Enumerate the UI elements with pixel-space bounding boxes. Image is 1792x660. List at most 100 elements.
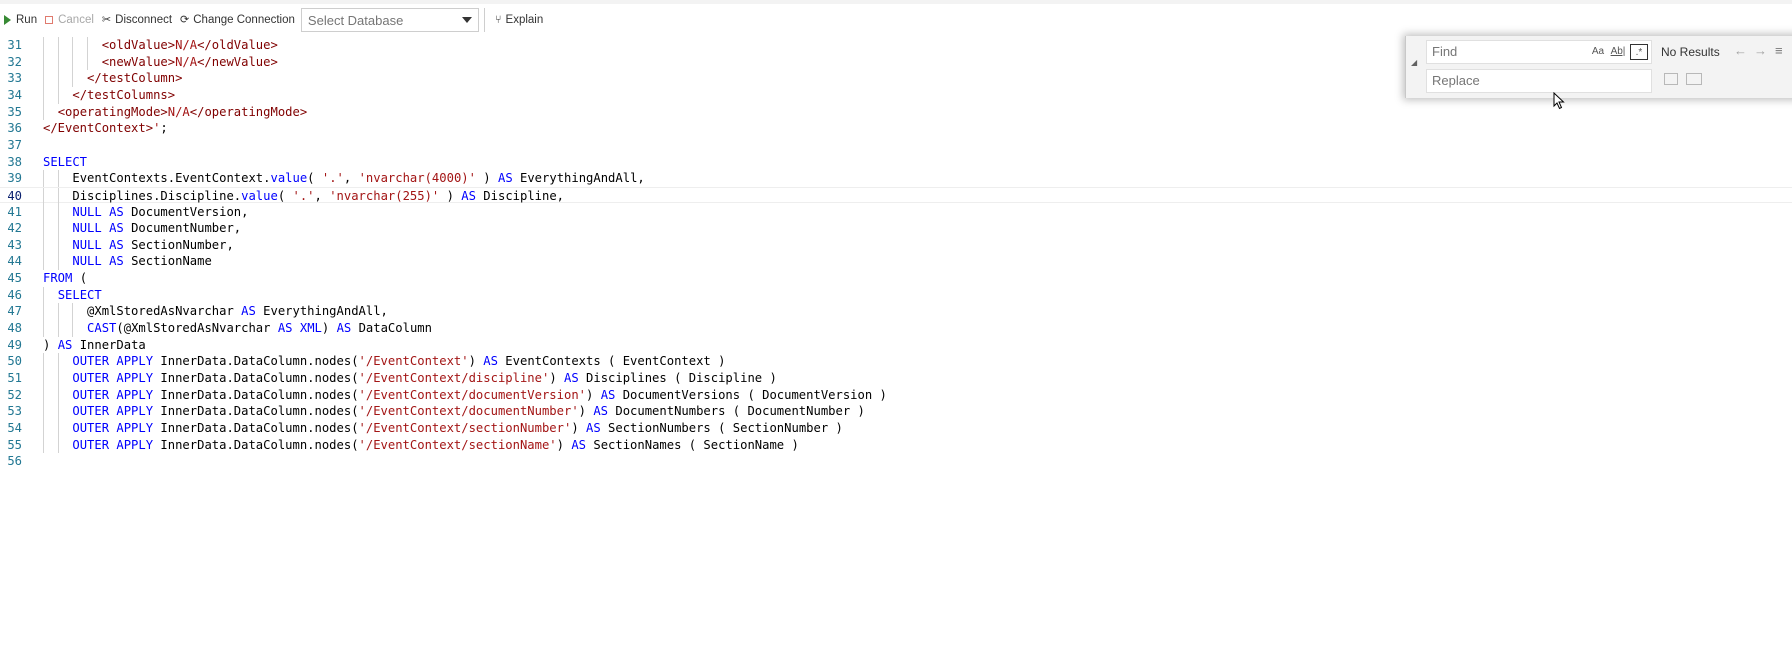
code-token: ) <box>586 387 601 402</box>
code-token: OUTER APPLY <box>72 437 154 452</box>
code-editor[interactable]: 31 <oldValue>N/A</oldValue> 32 <newValue>… <box>0 37 1792 538</box>
code-token: </newValue> <box>197 54 278 69</box>
code-token: Disciplines.Discipline. <box>72 188 242 203</box>
line-number: 55 <box>7 437 22 452</box>
explain-button[interactable]: ⑂ Explain <box>491 9 547 31</box>
code-token: DocumentNumbers ( DocumentNumber ) <box>608 404 865 419</box>
replace-all-icon[interactable] <box>1686 73 1702 85</box>
code-token: N/A <box>167 104 190 119</box>
explain-label: Explain <box>505 14 544 26</box>
code-token: EverythingAndAll, <box>512 171 645 186</box>
code-text: NULL AS DocumentVersion, <box>43 204 248 221</box>
code-text: OUTER APPLY InnerData.DataColumn.nodes('… <box>43 387 887 404</box>
code-line[interactable]: 53 OUTER APPLY InnerData.DataColumn.node… <box>0 403 1792 420</box>
code-line[interactable]: 41 NULL AS DocumentVersion, <box>0 203 1792 221</box>
line-number: 40 <box>7 188 22 203</box>
code-line[interactable]: 36 </EventContext>'; <box>0 120 1792 137</box>
database-select[interactable]: Select Database <box>300 8 479 32</box>
arrow-down-icon[interactable]: → <box>1754 43 1767 58</box>
code-token: value <box>241 188 278 203</box>
line-number: 42 <box>7 221 22 236</box>
code-token: OUTER APPLY <box>72 371 154 385</box>
code-token: Discipline, <box>475 188 565 203</box>
code-line[interactable]: 43 NULL AS SectionNumber, <box>0 236 1792 254</box>
code-text: FROM ( <box>43 270 87 287</box>
code-token: AS <box>564 371 579 385</box>
line-number: 31 <box>7 38 22 52</box>
toggle-replace-icon[interactable]: ◢ <box>1411 58 1417 67</box>
line-number: 56 <box>7 454 22 469</box>
code-token: InnerData.DataColumn.nodes( <box>153 371 359 385</box>
code-token: ) <box>439 188 462 203</box>
code-token: '/EventContext/discipline' <box>358 371 550 385</box>
code-line[interactable]: 37 <box>0 137 1792 154</box>
code-text: NULL AS SectionName <box>43 253 211 270</box>
run-button[interactable]: Run <box>0 9 41 31</box>
line-number: 48 <box>7 321 22 336</box>
code-token: ) <box>475 171 498 186</box>
code-token: <oldValue> <box>101 38 176 52</box>
code-line[interactable]: 39 EventContexts.EventContext.value( '.'… <box>0 170 1792 187</box>
stop-icon <box>45 16 54 24</box>
code-text: OUTER APPLY InnerData.DataColumn.nodes('… <box>43 370 776 387</box>
code-line[interactable]: 51 OUTER APPLY InnerData.DataColumn.node… <box>0 370 1792 387</box>
code-line[interactable]: 49) AS InnerData <box>0 337 1792 354</box>
code-line[interactable]: 46 SELECT <box>0 286 1792 304</box>
code-text: EventContexts.EventContext.value( '.', '… <box>43 170 645 187</box>
code-line[interactable]: 40 Disciplines.Discipline.value( '.', 'n… <box>0 186 1792 205</box>
arrow-up-icon[interactable]: ← <box>1734 43 1747 58</box>
explain-plan-icon: ⑂ <box>494 13 502 26</box>
code-token: OUTER APPLY <box>72 420 154 435</box>
cancel-button[interactable]: Cancel <box>41 9 98 31</box>
line-number: 38 <box>7 154 22 169</box>
code-token: AS <box>57 337 73 352</box>
code-line[interactable]: 50 OUTER APPLY InnerData.DataColumn.node… <box>0 353 1792 370</box>
code-line[interactable]: 56 <box>0 453 1792 470</box>
find-in-selection-icon[interactable]: ≡ <box>1775 43 1783 58</box>
code-line[interactable]: 47 @XmlStoredAsNvarchar AS EverythingAnd… <box>0 303 1792 321</box>
code-line[interactable]: 38 SELECT <box>0 154 1792 171</box>
code-token: <operatingMode> <box>57 104 168 119</box>
whole-word-toggle[interactable]: Ab| <box>1609 44 1627 60</box>
regex-toggle[interactable]: .* <box>1630 44 1648 60</box>
code-line[interactable]: 42 NULL AS DocumentNumber, <box>0 220 1792 237</box>
code-line[interactable]: 45 FROM ( <box>0 270 1792 287</box>
match-case-toggle[interactable]: Aa <box>1589 44 1607 60</box>
line-number: 36 <box>7 121 22 136</box>
line-number: 51 <box>7 371 22 385</box>
code-token: DataColumn <box>351 321 432 336</box>
replace-one-icon[interactable] <box>1664 73 1678 85</box>
code-token: ) <box>468 354 484 369</box>
code-token: </testColumns> <box>72 87 176 102</box>
code-token: AS <box>109 204 124 219</box>
mouse-pointer-icon <box>1553 92 1565 110</box>
code-token: N/A <box>175 38 198 52</box>
line-number: 32 <box>7 54 22 69</box>
code-token: DocumentVersions ( DocumentVersion ) <box>615 387 887 402</box>
disconnect-button[interactable]: ✂ Disconnect <box>98 9 176 31</box>
code-text: ) AS InnerData <box>43 337 146 354</box>
replace-input[interactable]: Replace <box>1426 69 1652 93</box>
code-token: AS <box>497 171 513 186</box>
code-token: XML <box>299 321 322 336</box>
code-line[interactable]: 52 OUTER APPLY InnerData.DataColumn.node… <box>0 386 1792 404</box>
change-connection-button[interactable]: ⟳ Change Connection <box>176 9 299 31</box>
code-text: <oldValue>N/A</oldValue> <box>43 37 278 54</box>
code-token: ( <box>277 188 293 203</box>
code-line[interactable]: 48 CAST(@XmlStoredAsNvarchar AS XML) AS … <box>0 320 1792 337</box>
code-line[interactable]: 55 OUTER APPLY InnerData.DataColumn.node… <box>0 436 1792 454</box>
code-line[interactable]: 54 OUTER APPLY InnerData.DataColumn.node… <box>0 419 1792 437</box>
code-token: ; <box>160 121 168 136</box>
code-token: AS <box>241 304 256 319</box>
code-line[interactable]: 35 <operatingMode>N/A</operatingMode> <box>0 103 1792 121</box>
run-label: Run <box>16 14 38 26</box>
code-text: CAST(@XmlStoredAsNvarchar AS XML) AS Dat… <box>43 320 432 337</box>
code-token: CAST <box>87 321 117 336</box>
code-token: '/EventContext/documentVersion' <box>358 387 586 402</box>
code-token: NULL <box>72 237 102 252</box>
code-line[interactable]: 44 NULL AS SectionName <box>0 253 1792 271</box>
code-text: SELECT <box>43 154 87 171</box>
cancel-label: Cancel <box>58 14 94 26</box>
